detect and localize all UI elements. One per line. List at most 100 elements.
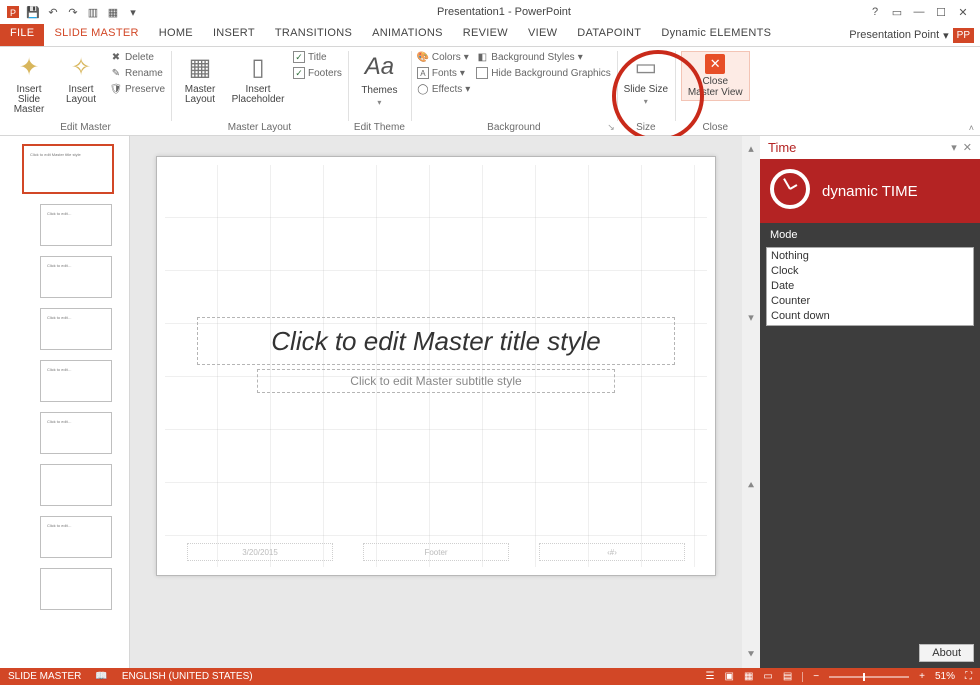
mode-list[interactable]: Nothing Clock Date Counter Count down xyxy=(766,247,974,326)
subtitle-placeholder[interactable]: Click to edit Master subtitle style xyxy=(257,369,615,393)
dropdown-icon: ▾ xyxy=(377,98,381,107)
quick-access-toolbar: P 💾 ↶ ↷ ▥ ▦ ▾ xyxy=(0,5,140,19)
mode-label: Mode xyxy=(760,223,980,243)
layout-thumbnail[interactable]: Click to edit… xyxy=(40,412,112,454)
tab-dynamic-elements[interactable]: Dynamic ELEMENTS xyxy=(651,24,781,46)
panel-dropdown-icon[interactable]: ▾ xyxy=(951,141,957,154)
title-checkbox[interactable]: Title xyxy=(293,51,342,63)
layout-thumbnail[interactable]: Click to edit… xyxy=(40,360,112,402)
slide-size-icon: ▭ xyxy=(634,51,657,83)
presentation-point-label: Presentation Point xyxy=(849,29,939,41)
layout-thumbnail[interactable]: Click to edit… xyxy=(40,308,112,350)
notes-icon[interactable]: ☰ xyxy=(706,671,715,682)
delete-button[interactable]: ✖Delete xyxy=(110,51,165,63)
tab-slide-master[interactable]: SLIDE MASTER xyxy=(44,24,148,46)
presentation-point[interactable]: Presentation Point ▾ PP xyxy=(849,24,980,46)
next-slide-icon[interactable]: ⯆ xyxy=(747,649,756,662)
insert-placeholder-button[interactable]: ▯ Insert Placeholder xyxy=(229,51,287,105)
ribbon: ✦ Insert Slide Master ✧ Insert Layout ✖D… xyxy=(0,46,980,136)
panel-banner: dynamic TIME xyxy=(760,159,980,223)
mode-option[interactable]: Nothing xyxy=(771,249,969,264)
maximize-icon[interactable]: ☐ xyxy=(934,5,948,19)
master-layout-button[interactable]: ▦ Master Layout xyxy=(177,51,223,105)
fonts-button[interactable]: AFonts ▾ xyxy=(417,67,470,79)
checkbox-icon xyxy=(293,67,305,79)
fit-to-window-icon[interactable]: ⛶ xyxy=(965,671,972,682)
insert-slide-master-button[interactable]: ✦ Insert Slide Master xyxy=(6,51,52,115)
footer-placeholder[interactable]: Footer xyxy=(363,543,509,561)
date-placeholder[interactable]: 3/20/2015 xyxy=(187,543,333,561)
undo-icon[interactable]: ↶ xyxy=(46,5,60,19)
panel-close-icon[interactable]: ✕ xyxy=(963,141,972,154)
mode-option[interactable]: Clock xyxy=(771,264,969,279)
guide-grid xyxy=(165,165,707,567)
scroll-up-icon[interactable]: ▴ xyxy=(748,142,754,155)
mode-option[interactable]: Counter xyxy=(771,294,969,309)
spell-check-icon[interactable]: 📖 xyxy=(95,671,107,682)
about-button[interactable]: About xyxy=(919,644,974,662)
preserve-button[interactable]: 🛡Preserve xyxy=(110,83,165,95)
qat-icon[interactable]: ▦ xyxy=(106,5,120,19)
slide-size-button[interactable]: ▭ Slide Size ▾ xyxy=(623,51,669,106)
mode-option[interactable]: Count down xyxy=(771,309,969,324)
title-placeholder[interactable]: Click to edit Master title style xyxy=(197,317,675,365)
tab-insert[interactable]: INSERT xyxy=(203,24,265,46)
effects-button[interactable]: ◯Effects ▾ xyxy=(417,83,470,95)
background-styles-button[interactable]: ◧Background Styles ▾ xyxy=(476,51,611,63)
reading-view-icon[interactable]: ▭ xyxy=(763,671,772,682)
slide-sorter-icon[interactable]: ▦ xyxy=(744,671,753,682)
master-thumbnail[interactable]: Click to edit Master title style xyxy=(22,144,114,194)
layout-thumbnail[interactable]: Click to edit… xyxy=(40,516,112,558)
ribbon-tabs: FILE SLIDE MASTER HOME INSERT TRANSITION… xyxy=(0,24,980,46)
tab-transitions[interactable]: TRANSITIONS xyxy=(265,24,362,46)
vertical-scrollbar[interactable]: ▴ ▾ ⯅ ⯆ xyxy=(742,136,760,668)
tab-animations[interactable]: ANIMATIONS xyxy=(362,24,453,46)
qat-dropdown-icon[interactable]: ▾ xyxy=(126,5,140,19)
tab-file[interactable]: FILE xyxy=(0,24,44,46)
scroll-down-icon[interactable]: ▾ xyxy=(748,311,754,324)
title-bar: P 💾 ↶ ↷ ▥ ▦ ▾ Presentation1 - PowerPoint… xyxy=(0,0,980,24)
normal-view-icon[interactable]: ▣ xyxy=(724,671,733,682)
master-layout-icon: ▦ xyxy=(189,51,212,83)
layout-thumbnail[interactable]: Click to edit… xyxy=(40,256,112,298)
help-icon[interactable]: ? xyxy=(868,5,882,19)
master-slide[interactable]: Click to edit Master title style Click t… xyxy=(156,156,716,576)
layout-thumbnail[interactable] xyxy=(40,568,112,610)
minimize-icon[interactable]: — xyxy=(912,5,926,19)
zoom-level[interactable]: 51% xyxy=(935,671,955,682)
zoom-slider[interactable] xyxy=(829,676,909,678)
collapse-ribbon-icon[interactable]: ˄ xyxy=(969,123,974,133)
ribbon-display-icon[interactable]: ▭ xyxy=(890,5,904,19)
prev-slide-icon[interactable]: ⯅ xyxy=(747,480,756,493)
dropdown-icon: ▾ xyxy=(578,52,583,63)
insert-layout-button[interactable]: ✧ Insert Layout xyxy=(58,51,104,105)
tab-datapoint[interactable]: DATAPOINT xyxy=(567,24,651,46)
colors-button[interactable]: 🎨Colors ▾ xyxy=(417,51,470,63)
layout-thumbnail[interactable] xyxy=(40,464,112,506)
group-label: Close xyxy=(702,122,728,133)
rename-button[interactable]: ✎Rename xyxy=(110,67,165,79)
close-master-view-button[interactable]: ✕ CloseMaster View xyxy=(681,51,750,101)
save-icon[interactable]: 💾 xyxy=(26,5,40,19)
slideshow-icon[interactable]: ▤ xyxy=(783,671,792,682)
hide-bg-checkbox[interactable]: Hide Background Graphics xyxy=(476,67,611,79)
slide-number-placeholder[interactable]: ‹#› xyxy=(539,543,685,561)
mode-option[interactable]: Date xyxy=(771,279,969,294)
zoom-out-icon[interactable]: − xyxy=(813,671,819,682)
themes-button[interactable]: Aa Themes ▾ xyxy=(356,51,402,107)
tab-home[interactable]: HOME xyxy=(149,24,203,46)
status-language[interactable]: ENGLISH (UNITED STATES) xyxy=(122,671,253,682)
zoom-in-icon[interactable]: + xyxy=(919,671,925,682)
close-icon[interactable]: ✕ xyxy=(956,5,970,19)
footers-checkbox[interactable]: Footers xyxy=(293,67,342,79)
pp-badge: PP xyxy=(953,28,974,43)
redo-icon[interactable]: ↷ xyxy=(66,5,80,19)
dialog-launcher-icon[interactable]: ↘ xyxy=(607,122,615,133)
tab-review[interactable]: REVIEW xyxy=(453,24,518,46)
qat-icon[interactable]: ▥ xyxy=(86,5,100,19)
tab-view[interactable]: VIEW xyxy=(518,24,567,46)
layout-thumbnail[interactable]: Click to edit… xyxy=(40,204,112,246)
dropdown-icon: ▾ xyxy=(460,68,465,79)
dynamic-time-panel: Time ▾✕ dynamic TIME Mode Nothing Clock … xyxy=(760,136,980,668)
checkbox-icon xyxy=(293,51,305,63)
